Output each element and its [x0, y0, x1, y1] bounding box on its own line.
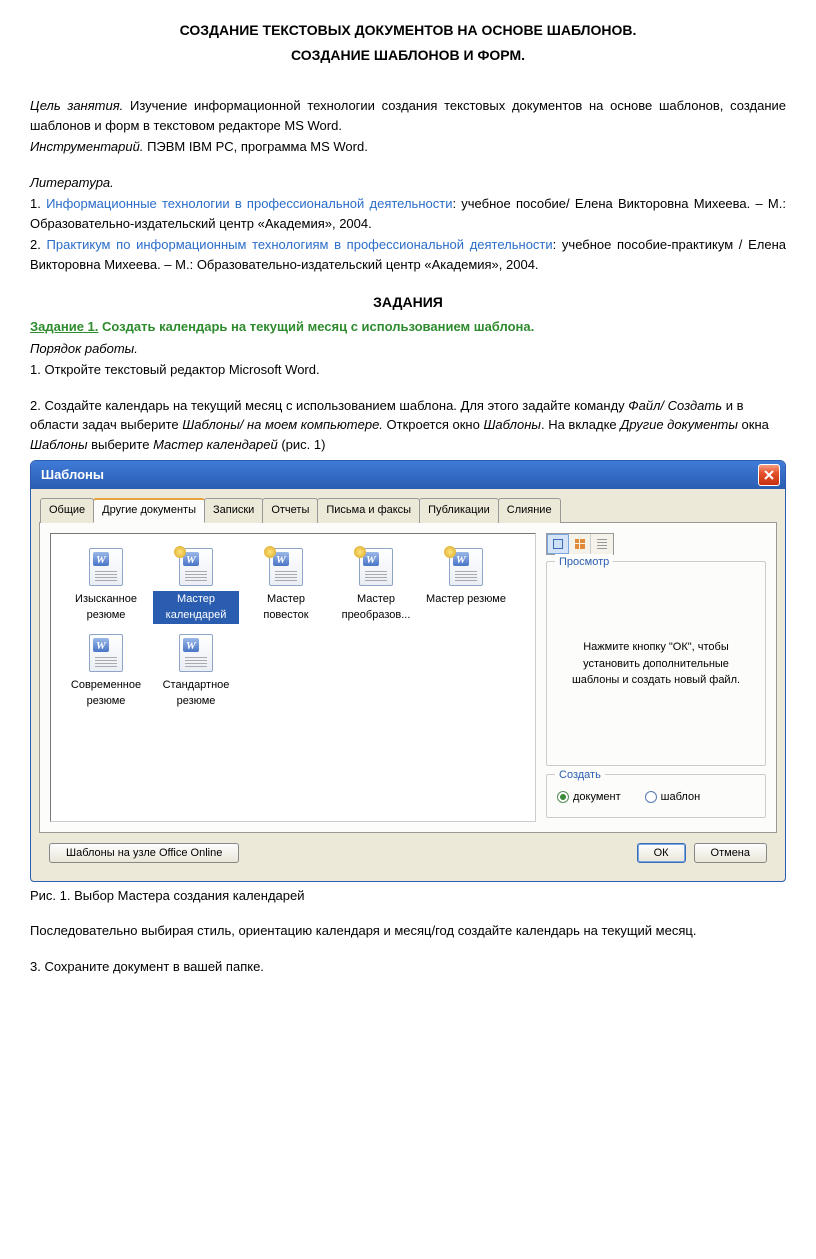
task1-number: Задание 1.	[30, 319, 98, 334]
wizard-badge-icon	[174, 546, 186, 558]
small-icons-icon	[575, 539, 585, 549]
word-doc-icon	[89, 548, 123, 586]
create-groupbox: Создать документ шаблон	[546, 774, 766, 819]
wizard-badge-icon	[444, 546, 456, 558]
doc-title-2: СОЗДАНИЕ ШАБЛОНОВ И ФОРМ.	[30, 45, 786, 66]
tab-letters-faxes[interactable]: Письма и факсы	[317, 498, 420, 523]
view-large-icons-button[interactable]	[547, 534, 569, 554]
radio-document[interactable]: документ	[557, 789, 621, 806]
tab-general[interactable]: Общие	[40, 498, 94, 523]
item-label: Мастер календарей	[153, 591, 239, 624]
tab-publications[interactable]: Публикации	[419, 498, 499, 523]
list-item[interactable]: Современное резюме	[61, 632, 151, 712]
view-toggle	[546, 533, 614, 555]
cancel-button[interactable]: Отмена	[694, 843, 767, 863]
literature-item-2: 2. Практикум по информационным технологи…	[30, 235, 786, 274]
figure-caption: Рис. 1. Выбор Мастера создания календаре…	[30, 886, 786, 906]
after-paragraph: Последовательно выбирая стиль, ориентаци…	[30, 921, 786, 941]
wizard-badge-icon	[264, 546, 276, 558]
literature-item-1: 1. Информационные технологии в профессио…	[30, 194, 786, 233]
radio-template-label: шаблон	[661, 789, 700, 806]
tools-text: ПЭВМ IBM PC, программа MS Word.	[143, 139, 367, 154]
list-item[interactable]: Стандартное резюме	[151, 632, 241, 712]
view-small-icons-button[interactable]	[569, 534, 591, 554]
large-icons-icon	[553, 539, 563, 549]
tab-reports[interactable]: Отчеты	[262, 498, 318, 523]
goal-text: Изучение информационной технологии созда…	[30, 98, 786, 133]
item-label: Мастер резюме	[426, 593, 506, 605]
lit2-link[interactable]: Практикум по информационным технологиям …	[47, 237, 553, 252]
item-label: Современное резюме	[71, 679, 141, 708]
task1-heading: Задание 1. Создать календарь на текущий …	[30, 317, 786, 337]
tab-mailmerge[interactable]: Слияние	[498, 498, 561, 523]
lit1-link[interactable]: Информационные технологии в профессионал…	[46, 196, 452, 211]
item-label: Изысканное резюме	[75, 593, 137, 622]
lit2-num: 2.	[30, 237, 47, 252]
template-listview[interactable]: Изысканное резюме Мастер календарей Маст…	[50, 533, 536, 822]
list-icon	[597, 539, 607, 549]
goal-paragraph: Цель занятия. Изучение информационной те…	[30, 96, 786, 135]
radio-document-label: документ	[573, 789, 621, 806]
office-online-button[interactable]: Шаблоны на узле Office Online	[49, 843, 239, 863]
item-label: Мастер преобразов...	[342, 593, 411, 622]
task1-title: Создать календарь на текущий месяц с исп…	[98, 319, 534, 334]
list-item[interactable]: Мастер календарей	[151, 546, 241, 626]
literature-label: Литература.	[30, 173, 786, 193]
tasks-header: ЗАДАНИЯ	[30, 292, 786, 313]
goal-label: Цель занятия.	[30, 98, 123, 113]
doc-title-1: СОЗДАНИЕ ТЕКСТОВЫХ ДОКУМЕНТОВ НА ОСНОВЕ …	[30, 20, 786, 41]
dialog-title: Шаблоны	[41, 465, 104, 485]
view-list-button[interactable]	[591, 534, 613, 554]
list-item[interactable]: Изысканное резюме	[61, 546, 151, 626]
word-doc-icon	[89, 634, 123, 672]
preview-text: Нажмите кнопку "ОК", чтобы установить до…	[555, 572, 757, 757]
item-label: Стандартное резюме	[163, 679, 230, 708]
step-2: 2. Создайте календарь на текущий месяц с…	[30, 396, 786, 455]
ok-button[interactable]: ОК	[637, 843, 686, 863]
preview-group-title: Просмотр	[555, 554, 613, 571]
radio-template[interactable]: шаблон	[645, 789, 700, 806]
dialog-titlebar: Шаблоны	[31, 461, 785, 489]
list-item[interactable]: Мастер повесток	[241, 546, 331, 626]
list-item[interactable]: Мастер резюме	[421, 546, 511, 626]
tab-other-documents[interactable]: Другие документы	[93, 498, 205, 523]
preview-groupbox: Просмотр Нажмите кнопку "ОК", чтобы уста…	[546, 561, 766, 766]
list-item[interactable]: Мастер преобразов...	[331, 546, 421, 626]
tabstrip: Общие Другие документы Записки Отчеты Пи…	[39, 497, 777, 523]
tools-paragraph: Инструментарий. ПЭВМ IBM PC, программа M…	[30, 137, 786, 157]
lit1-num: 1.	[30, 196, 46, 211]
create-group-title: Создать	[555, 767, 605, 784]
order-label: Порядок работы.	[30, 339, 786, 359]
radio-icon	[557, 791, 569, 803]
close-button[interactable]	[758, 464, 780, 486]
radio-icon	[645, 791, 657, 803]
tab-memos[interactable]: Записки	[204, 498, 263, 523]
templates-dialog: Шаблоны Общие Другие документы Записки О…	[30, 460, 786, 882]
word-doc-icon	[179, 634, 213, 672]
step-1: 1. Откройте текстовый редактор Microsoft…	[30, 360, 786, 380]
wizard-badge-icon	[354, 546, 366, 558]
item-label: Мастер повесток	[263, 593, 308, 622]
tools-label: Инструментарий.	[30, 139, 143, 154]
step-3: 3. Сохраните документ в вашей папке.	[30, 957, 786, 977]
